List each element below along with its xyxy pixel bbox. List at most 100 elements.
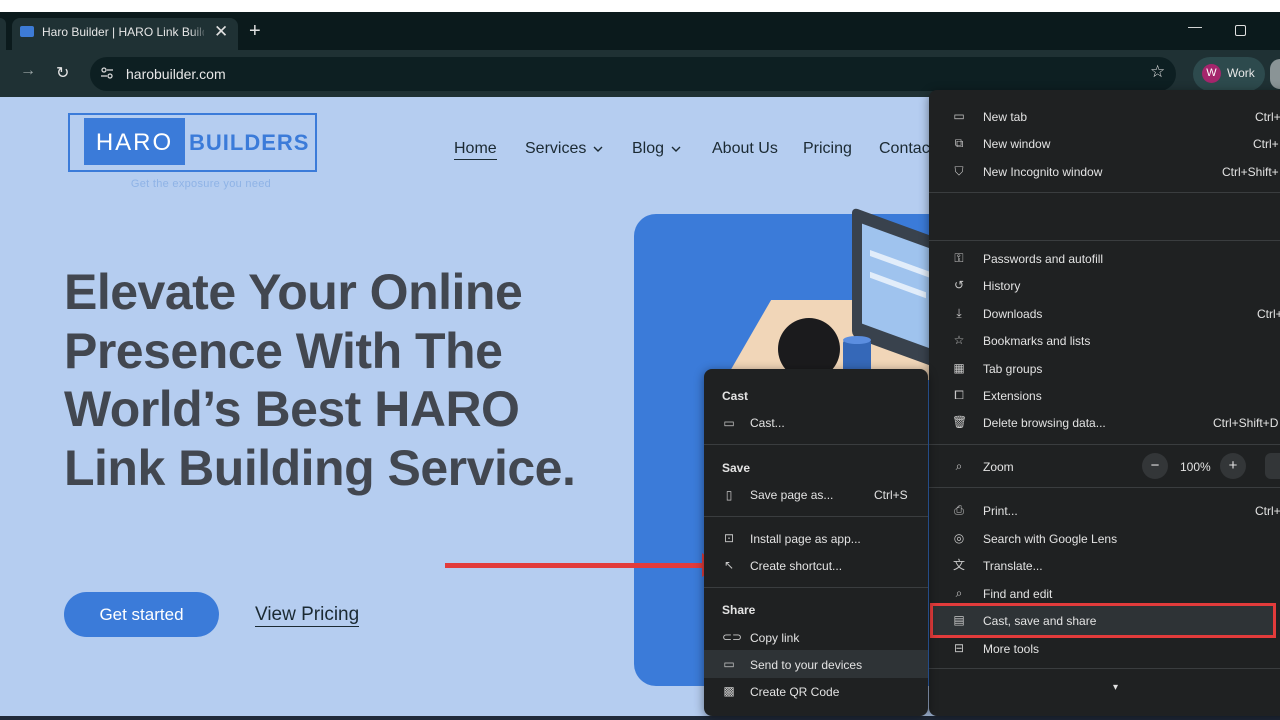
save-section-header: Save <box>722 461 751 475</box>
submenu-send-devices[interactable]: Send to your devices <box>750 658 862 672</box>
translate-icon: 文 <box>952 558 965 572</box>
link-icon: ⊂⊃ <box>722 630 743 644</box>
bookmark-star-icon[interactable]: ☆ <box>1150 62 1165 82</box>
reload-icon[interactable]: ↻ <box>56 63 69 83</box>
menu-passwords[interactable]: Passwords and autofill <box>983 252 1103 266</box>
menu-incognito[interactable]: New Incognito window <box>983 165 1102 179</box>
menu-tab-groups[interactable]: Tab groups <box>983 362 1042 376</box>
fullscreen-button[interactable] <box>1265 453 1280 479</box>
menu-delete-data[interactable]: Delete browsing data... <box>983 416 1106 430</box>
menu-separator <box>704 444 928 445</box>
nav-pricing[interactable]: Pricing <box>803 140 852 158</box>
url-text[interactable]: harobuilder.com <box>126 66 226 82</box>
trash-icon: 🗑 <box>952 415 968 429</box>
close-tab-icon[interactable]: ✕ <box>214 22 228 42</box>
menu-new-window[interactable]: New window <box>983 137 1050 151</box>
key-icon: ⚿ <box>954 251 964 265</box>
tab-groups-icon: ▦ <box>953 361 965 375</box>
menu-separator <box>929 192 1280 193</box>
menu-button[interactable] <box>1270 59 1280 89</box>
annotation-arrow <box>445 563 707 568</box>
nav-blog[interactable]: Blog <box>632 140 681 158</box>
zoom-in-button[interactable]: + <box>1220 453 1246 479</box>
site-info-icon[interactable] <box>100 66 114 80</box>
submenu-copy-link[interactable]: Copy link <box>750 631 799 645</box>
menu-google-lens[interactable]: Search with Google Lens <box>983 532 1117 546</box>
print-icon: ⎙ <box>954 503 964 517</box>
shortcut-downloads: Ctrl+ <box>1257 307 1280 321</box>
logo-tagline: Get the exposure you need <box>130 178 272 190</box>
nav-about[interactable]: About Us <box>712 140 778 158</box>
nav-services-label: Services <box>525 140 587 157</box>
tab-title-fade <box>190 20 208 48</box>
profile-label: Work <box>1227 66 1255 80</box>
new-tab-button[interactable]: + <box>249 20 261 42</box>
illustration-mug-rim <box>843 336 871 344</box>
previous-tab-edge[interactable] <box>0 18 6 50</box>
toolbox-icon: ⊟ <box>953 641 965 655</box>
history-icon: ↺ <box>953 278 965 292</box>
nav-contact[interactable]: Contac <box>879 140 930 158</box>
menu-downloads[interactable]: Downloads <box>983 307 1042 321</box>
address-bar[interactable] <box>90 57 1176 91</box>
menu-separator <box>929 444 1280 445</box>
submenu-create-shortcut[interactable]: Create shortcut... <box>750 559 842 573</box>
zoom-icon: ⌕ <box>955 459 963 473</box>
expand-menu-icon[interactable]: ▾ <box>1113 682 1118 693</box>
restore-window-icon[interactable] <box>1235 25 1246 36</box>
shortcut-save-page: Ctrl+S <box>874 488 908 502</box>
star-icon: ☆ <box>953 333 965 347</box>
shortcut-new-window: Ctrl+ <box>1253 137 1279 151</box>
menu-find-edit[interactable]: Find and edit <box>983 587 1052 601</box>
menu-more-tools[interactable]: More tools <box>983 642 1039 656</box>
menu-separator <box>929 240 1280 241</box>
submenu-qr-code[interactable]: Create QR Code <box>750 685 839 699</box>
shortcut-print: Ctrl+ <box>1255 504 1280 518</box>
tab-title: Haro Builder | HARO Link Building Servic… <box>42 25 204 39</box>
submenu-install-app[interactable]: Install page as app... <box>750 532 861 546</box>
nav-home[interactable]: Home <box>454 140 497 160</box>
hero-title: Elevate Your Online Presence With The Wo… <box>64 264 576 496</box>
avatar: W <box>1202 64 1221 83</box>
cast-save-share-submenu: Cast ▭ Cast... Save ▯ Save page as... Ct… <box>704 369 928 716</box>
menu-bookmarks[interactable]: Bookmarks and lists <box>983 334 1090 348</box>
shortcut-icon: ↖ <box>723 558 735 572</box>
logo-builders-text: BUILDERS <box>189 130 310 155</box>
install-app-icon: ⊡ <box>723 531 735 545</box>
highlight-box <box>930 603 1276 638</box>
submenu-save-page[interactable]: Save page as... <box>750 488 833 502</box>
nav-services[interactable]: Services <box>525 140 603 158</box>
taskbar-strip <box>0 716 1280 720</box>
minimize-icon[interactable]: — <box>1188 18 1202 34</box>
menu-separator <box>929 487 1280 488</box>
menu-extensions[interactable]: Extensions <box>983 389 1042 403</box>
nav-blog-label: Blog <box>632 140 665 157</box>
incognito-icon: ⛉ <box>954 164 964 178</box>
logo-haro-text: HARO <box>95 129 174 156</box>
shortcut-incognito: Ctrl+Shift+ <box>1222 165 1279 179</box>
menu-separator <box>704 516 928 517</box>
cast-icon: ▭ <box>723 416 735 430</box>
forward-icon[interactable]: → <box>20 62 36 80</box>
view-pricing-link[interactable]: View Pricing <box>255 604 360 627</box>
share-section-header: Share <box>722 603 756 617</box>
chevron-down-icon <box>593 146 603 152</box>
menu-print[interactable]: Print... <box>983 504 1018 518</box>
submenu-cast[interactable]: Cast... <box>750 416 785 430</box>
qr-code-icon: ▩ <box>723 684 735 698</box>
menu-separator <box>929 668 1280 669</box>
menu-new-tab[interactable]: New tab <box>983 110 1027 124</box>
get-started-button[interactable]: Get started <box>64 592 219 637</box>
lens-icon: ◎ <box>953 531 965 545</box>
chevron-down-icon <box>671 146 681 152</box>
menu-history[interactable]: History <box>983 279 1020 293</box>
nav-home-label: Home <box>454 140 497 160</box>
zoom-out-button[interactable]: − <box>1142 453 1168 479</box>
save-page-icon: ▯ <box>725 488 733 502</box>
favicon-icon <box>20 26 34 37</box>
devices-icon: ▭ <box>723 657 735 671</box>
zoom-level: 100% <box>1180 460 1211 474</box>
new-tab-icon: ▭ <box>953 109 965 123</box>
menu-translate[interactable]: Translate... <box>983 559 1043 573</box>
download-icon: ⤓ <box>956 306 962 320</box>
